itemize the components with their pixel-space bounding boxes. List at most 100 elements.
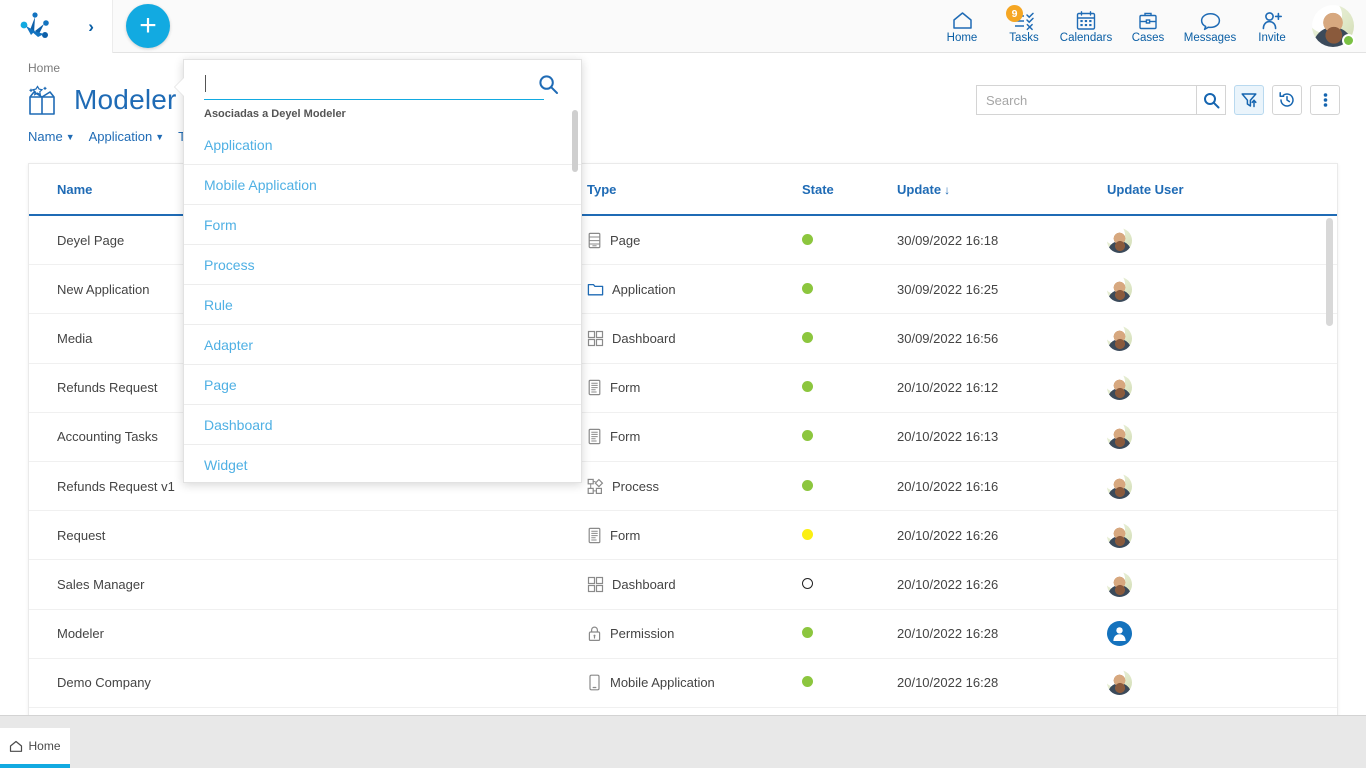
cell-state (802, 429, 897, 444)
cell-name: Demo Company (57, 675, 151, 691)
search-input[interactable] (976, 85, 1196, 115)
chevron-down-icon: ▼ (65, 131, 75, 142)
table-scrollbar[interactable] (1326, 218, 1333, 326)
cell-update-user (1107, 621, 1307, 647)
nav-item-calendars-label: Calendars (1059, 32, 1113, 45)
dropdown-search-icon[interactable] (538, 74, 559, 95)
cell-type: Form (587, 428, 802, 445)
home-icon (951, 10, 974, 31)
column-header-state[interactable]: State (802, 182, 897, 197)
folder-icon (587, 282, 604, 297)
taskbar-tab-home[interactable]: Home (0, 728, 70, 768)
dropdown-item-list: Application Mobile Application Form Process… (184, 125, 581, 477)
nav-item-messages[interactable]: Messages (1180, 7, 1240, 45)
cell-type-label: Page (610, 232, 641, 248)
dropdown-search-input[interactable] (204, 70, 544, 100)
dropdown-item-dashboard[interactable]: Dashboard (184, 405, 581, 445)
table-row[interactable]: Request Form 20/10/2022 16:26 (29, 511, 1337, 561)
toolbar (976, 85, 1340, 115)
user-avatar[interactable] (1107, 621, 1132, 647)
nav-item-home[interactable]: Home (932, 7, 992, 45)
state-indicator-green (802, 479, 813, 491)
dashboard-icon (587, 576, 604, 593)
state-indicator-green (802, 627, 813, 639)
user-avatar[interactable] (1107, 227, 1132, 253)
search-button[interactable] (1196, 85, 1226, 115)
user-add-icon (1260, 10, 1284, 31)
state-indicator-green (802, 331, 813, 343)
cell-type-label: Dashboard (612, 330, 676, 346)
cell-type: Permission (587, 625, 802, 642)
cell-name: Modeler (57, 626, 104, 642)
cell-type: Dashboard (587, 576, 802, 593)
user-avatar[interactable] (1107, 424, 1132, 450)
user-avatar[interactable] (1107, 375, 1132, 401)
avatar[interactable] (1312, 5, 1355, 47)
dropdown-item-form[interactable]: Form (184, 205, 581, 245)
table-row[interactable]: Modeler Permission 20/10/2022 16:28 (29, 610, 1337, 659)
nav-item-tasks[interactable]: 9 Tasks (994, 5, 1054, 45)
cell-update: 20/10/2022 16:12 (897, 380, 999, 396)
table-row[interactable]: Demo Company Mobile Application 20/10/2022… (29, 659, 1337, 708)
search-box (976, 85, 1226, 115)
state-indicator-green (802, 676, 813, 688)
chevron-right-icon[interactable]: › (88, 18, 94, 35)
state-indicator-green (802, 381, 813, 393)
dropdown-item-rule[interactable]: Rule (184, 285, 581, 325)
create-button-zone: + (113, 4, 183, 48)
dashboard-icon (587, 330, 604, 347)
user-avatar[interactable] (1107, 670, 1132, 696)
create-button[interactable]: + (126, 4, 170, 48)
open-box-sparkle-icon (22, 81, 62, 119)
cell-state (802, 282, 897, 297)
cell-update: 30/09/2022 16:18 (897, 232, 999, 248)
dropdown-item-adapter[interactable]: Adapter (184, 325, 581, 365)
user-avatar[interactable] (1107, 473, 1132, 499)
user-avatar[interactable] (1107, 522, 1132, 548)
page-title-row: Modeler (22, 81, 177, 119)
dropdown-item-widget[interactable]: Widget (184, 445, 581, 477)
dropdown-item-application[interactable]: Application (184, 125, 581, 165)
user-avatar[interactable] (1107, 571, 1132, 597)
form-icon (587, 379, 602, 396)
cell-update: 20/10/2022 16:26 (897, 527, 999, 543)
column-header-update-user[interactable]: Update User (1107, 182, 1307, 197)
cell-type: Form (587, 379, 802, 396)
filter-chip-application[interactable]: Application ▼ (89, 129, 165, 144)
cell-type-label: Application (612, 281, 676, 297)
cell-state (802, 675, 897, 690)
cell-state (802, 626, 897, 641)
column-header-type[interactable]: Type (587, 182, 802, 197)
table-row[interactable]: Sales Manager Dashboard 20/10/2022 16:26 (29, 560, 1337, 610)
filter-chip-name[interactable]: Name ▼ (28, 129, 75, 144)
user-avatar[interactable] (1107, 276, 1132, 302)
filter-bar: Name ▼ Application ▼ Ty (28, 129, 192, 144)
nav-item-messages-label: Messages (1183, 32, 1237, 45)
user-avatar[interactable] (1107, 325, 1132, 351)
cell-type-label: Form (610, 429, 641, 445)
nav-item-cases[interactable]: Cases (1118, 7, 1178, 45)
dropdown-item-process[interactable]: Process (184, 245, 581, 285)
cell-state (802, 528, 897, 543)
cell-name: Sales Manager (57, 576, 145, 592)
nav-item-cases-label: Cases (1131, 32, 1165, 45)
cell-update: 30/09/2022 16:25 (897, 281, 999, 297)
cell-type-label: Form (610, 527, 641, 543)
column-header-update[interactable]: Update ↓ (897, 182, 1107, 197)
nav-item-invite[interactable]: Invite (1242, 7, 1302, 45)
form-icon (587, 428, 602, 445)
more-button[interactable] (1310, 85, 1340, 115)
history-button[interactable] (1272, 85, 1302, 115)
dropdown-item-mobile-application[interactable]: Mobile Application (184, 165, 581, 205)
dropdown-item-page[interactable]: Page (184, 365, 581, 405)
cell-type: Form (587, 527, 802, 544)
deyel-logo-icon[interactable] (18, 11, 52, 41)
cell-type-label: Mobile Application (610, 675, 715, 691)
sort-desc-icon: ↓ (944, 182, 951, 197)
filter-button[interactable] (1234, 85, 1264, 115)
breadcrumb[interactable]: Home (28, 61, 60, 75)
logo-zone: › (0, 0, 113, 53)
nav-item-calendars[interactable]: Calendars (1056, 7, 1116, 45)
dropdown-scrollbar[interactable] (572, 110, 578, 172)
top-bar: › + Home 9 Tasks Calendars Cases Message… (0, 0, 1366, 53)
